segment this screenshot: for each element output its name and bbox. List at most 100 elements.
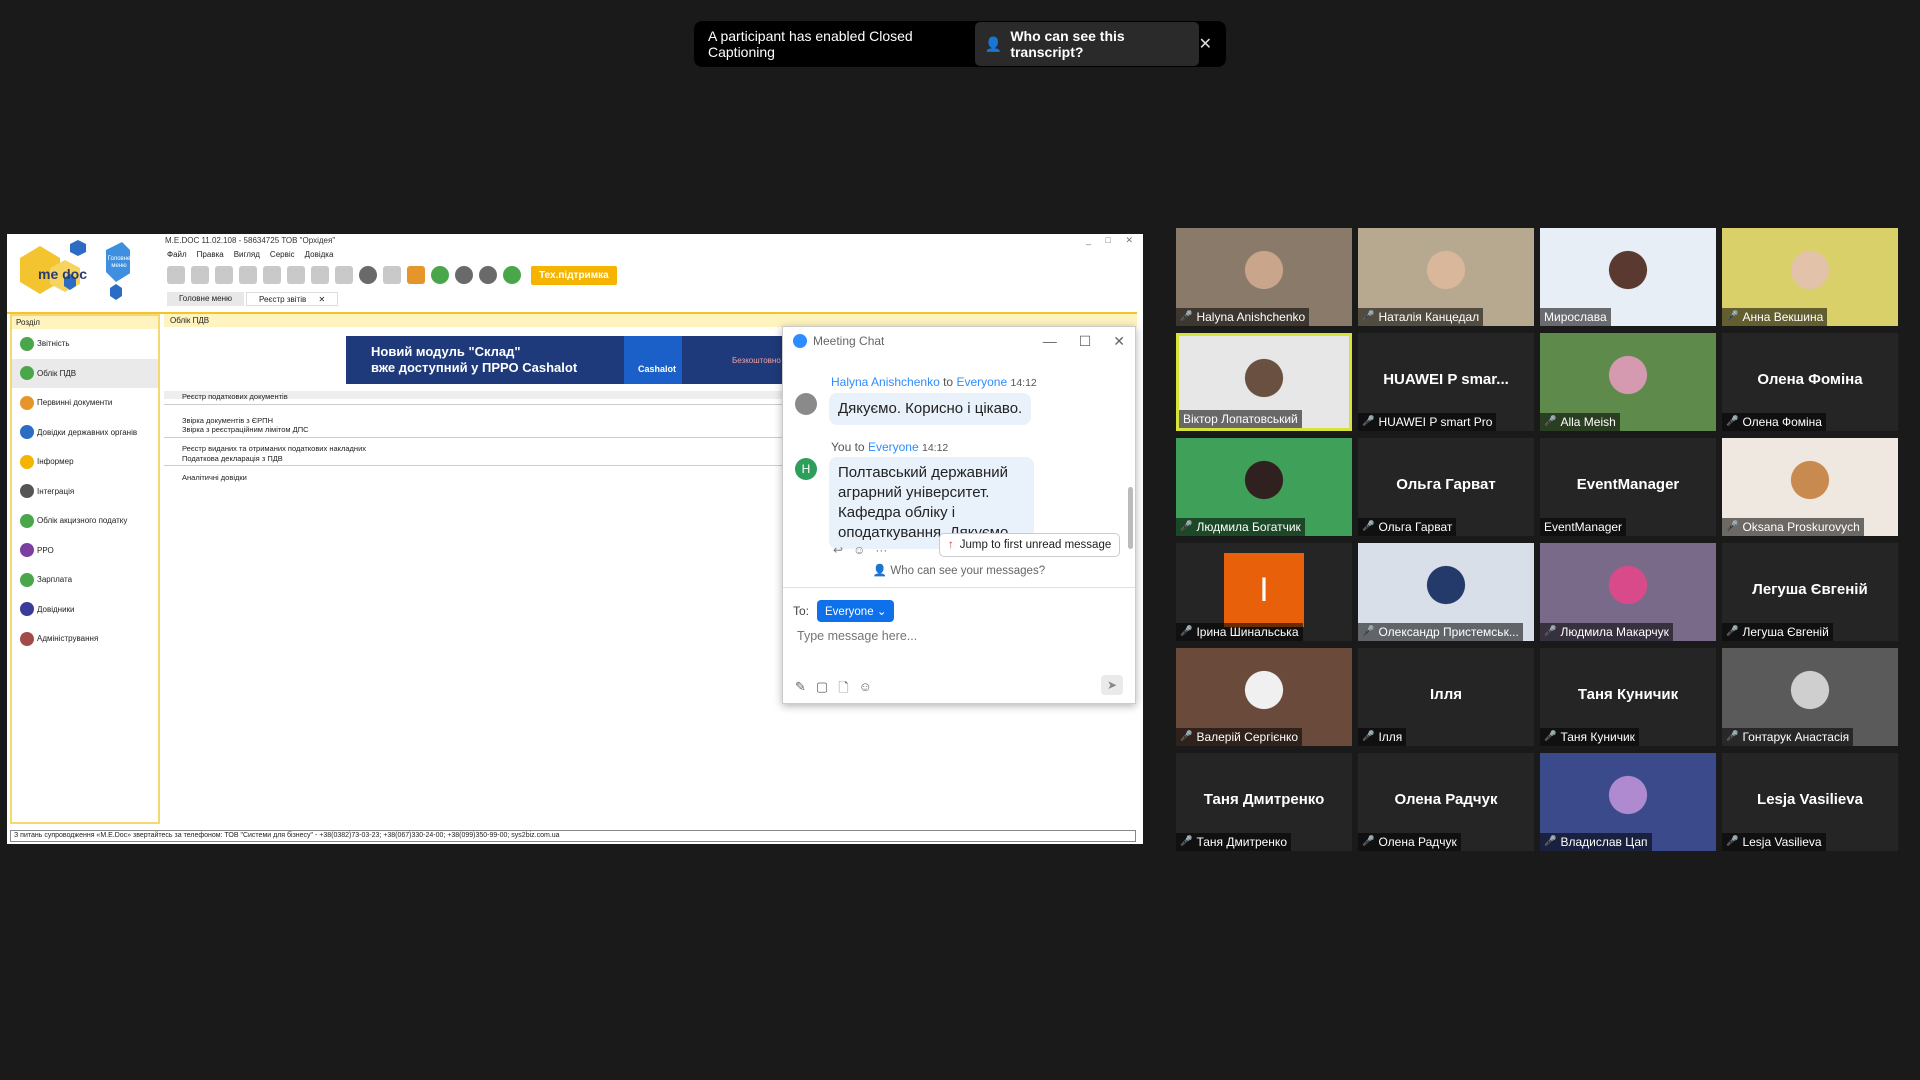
participant-tile[interactable]: Мирослава: [1540, 228, 1716, 326]
participant-tile[interactable]: 🎤 Наталія Канцедал: [1358, 228, 1534, 326]
check-icon[interactable]: [503, 266, 521, 284]
participant-display-name: Таня Куничик: [1577, 686, 1679, 703]
package-icon[interactable]: [407, 266, 425, 284]
participant-tile[interactable]: Таня Дмитренко 🎤 Таня Дмитренко: [1176, 753, 1352, 851]
sidebar-item[interactable]: РРО: [12, 536, 158, 566]
open-icon[interactable]: [191, 266, 209, 284]
participant-name: Людмила Богатчик: [1196, 520, 1301, 534]
chevron-down-icon: ⌄: [876, 606, 887, 618]
search-icon[interactable]: [311, 266, 329, 284]
list-item-erpn-reconciliation[interactable]: Звірка документів з ЄРПН: [182, 416, 273, 425]
delete-icon[interactable]: [215, 266, 233, 284]
participant-tile[interactable]: 🎤 Alla Meish: [1540, 333, 1716, 431]
participant-tile[interactable]: Олена Фоміна 🎤 Олена Фоміна: [1722, 333, 1898, 431]
menu-file[interactable]: Файл: [167, 250, 187, 259]
sidebar-item[interactable]: Інтеграція: [12, 477, 158, 507]
sidebar-item[interactable]: Інформер: [12, 447, 158, 477]
emoji-icon[interactable]: ☺: [859, 679, 872, 701]
participant-tile[interactable]: 🎤 Halyna Anishchenko: [1176, 228, 1352, 326]
file-icon[interactable]: 🗋: [838, 679, 848, 701]
participant-name: Легуша Євгеній: [1742, 625, 1829, 639]
print-icon[interactable]: [383, 266, 401, 284]
send-icon[interactable]: [455, 266, 473, 284]
list-item-tax-docs-register[interactable]: Реєстр податкових документів: [182, 392, 288, 401]
cashalot-ad-banner[interactable]: Новий модуль "Склад" вже доступний у ПРР…: [346, 336, 796, 384]
participant-tile[interactable]: Легуша Євгеній 🎤 Легуша Євгеній: [1722, 543, 1898, 641]
list-item-vat-declaration[interactable]: Податкова декларація з ПДВ: [182, 454, 283, 463]
participant-name-label: 🎤 Halyna Anishchenko: [1176, 308, 1310, 326]
participant-tile[interactable]: 🎤 Гонтарук Анастасія: [1722, 648, 1898, 746]
recipient-dropdown[interactable]: Everyone ⌄: [817, 600, 895, 622]
sidebar-item[interactable]: Облік ПДВ: [12, 358, 158, 388]
zoom-logo-icon: [793, 334, 807, 348]
format-icon[interactable]: ✎: [795, 679, 806, 701]
sidebar-item[interactable]: Довідники: [12, 595, 158, 625]
participant-tile[interactable]: 🎤 Олександр Пристемськ...: [1358, 543, 1534, 641]
participant-tile[interactable]: EventManager EventManager: [1540, 438, 1716, 536]
send-icon[interactable]: ➤: [1101, 675, 1123, 695]
tech-support-button[interactable]: Тех.підтримка: [531, 265, 617, 285]
menu-edit[interactable]: Правка: [197, 250, 224, 259]
new-doc-icon[interactable]: [167, 266, 185, 284]
tab-reports-register[interactable]: Реєстр звітів ✕: [245, 292, 339, 306]
add-icon[interactable]: [287, 266, 305, 284]
reply-icon[interactable]: ↩: [833, 543, 843, 557]
filter-icon[interactable]: [263, 266, 281, 284]
participant-tile[interactable]: Олена Радчук 🎤 Олена Радчук: [1358, 753, 1534, 851]
participant-tile[interactable]: Таня Куничик 🎤 Таня Куничик: [1540, 648, 1716, 746]
receive-icon[interactable]: [479, 266, 497, 284]
menu-service[interactable]: Сервіс: [270, 250, 295, 259]
sidebar-item[interactable]: Адміністрування: [12, 624, 158, 654]
muted-mic-icon: 🎤: [1180, 626, 1193, 637]
sidebar-item[interactable]: Зарплата: [12, 565, 158, 595]
window-controls[interactable]: _ □ ✕: [1086, 235, 1139, 246]
section-icon: [20, 336, 34, 351]
participant-tile[interactable]: 🎤 Владислав Цап: [1540, 753, 1716, 851]
participant-name: Валерій Сергієнко: [1196, 730, 1299, 744]
minimize-icon[interactable]: —: [1043, 333, 1057, 350]
menu-help[interactable]: Довідка: [305, 250, 334, 259]
sidebar-item[interactable]: Звітність: [12, 329, 158, 359]
participant-tile[interactable]: Ілля 🎤 Ілля: [1358, 648, 1534, 746]
participant-tile[interactable]: HUAWEI P smar... 🎤 HUAWEI P smart Pro: [1358, 333, 1534, 431]
participant-tile[interactable]: Віктор Лопатовський: [1176, 333, 1352, 431]
meeting-chat-window: Meeting Chat — ☐ ✕ Halyna Anishchenko to…: [782, 326, 1136, 704]
participant-name: Гонтарук Анастасія: [1742, 730, 1850, 744]
maximize-icon[interactable]: ☐: [1079, 333, 1092, 350]
list-item-limit-reconciliation[interactable]: Звірка з реєстраційним лімітом ДПС: [182, 425, 309, 434]
participant-tile[interactable]: 🎤 Анна Векшина: [1722, 228, 1898, 326]
who-can-see-messages-link[interactable]: 👤 Who can see your messages?: [783, 563, 1135, 577]
sidebar-item[interactable]: Первинні документи: [12, 388, 158, 418]
emoji-reaction-icon[interactable]: ☺: [853, 543, 865, 557]
remove-icon[interactable]: [335, 266, 353, 284]
participant-tile[interactable]: I 🎤 Ірина Шинальська: [1176, 543, 1352, 641]
more-icon[interactable]: ···: [875, 543, 887, 557]
tab-close-icon[interactable]: ✕: [318, 295, 325, 304]
jump-to-unread-button[interactable]: ↑ Jump to first unread message: [939, 533, 1121, 557]
screenshot-icon[interactable]: ▢: [816, 679, 828, 701]
close-icon[interactable]: ✕: [1113, 333, 1125, 350]
participant-tile[interactable]: 🎤 Oksana Proskurovych: [1722, 438, 1898, 536]
participant-tile[interactable]: 🎤 Валерій Сергієнко: [1176, 648, 1352, 746]
who-can-see-transcript-button[interactable]: 👤 Who can see this transcript?: [974, 22, 1199, 66]
banner-line-1: Новий модуль "Склад": [371, 344, 521, 359]
copy-icon[interactable]: [239, 266, 257, 284]
chat-message-input[interactable]: [797, 629, 1117, 643]
list-item-analytical-reports[interactable]: Аналітичні довідки: [182, 473, 247, 482]
close-icon[interactable]: ✕: [1199, 34, 1212, 54]
participant-tile[interactable]: 🎤 Людмила Богатчик: [1176, 438, 1352, 536]
participant-tile[interactable]: Ольга Гарват 🎤 Ольга Гарват: [1358, 438, 1534, 536]
tab-main-menu[interactable]: Головне меню: [167, 292, 244, 306]
archive-icon[interactable]: [359, 266, 377, 284]
participant-tile[interactable]: 🎤 Людмила Макарчук: [1540, 543, 1716, 641]
participant-tile[interactable]: Lesja Vasilieva 🎤 Lesja Vasilieva: [1722, 753, 1898, 851]
sidebar-item[interactable]: Облік акцизного податку: [12, 506, 158, 536]
muted-mic-icon: 🎤: [1544, 731, 1557, 742]
message-1-bubble[interactable]: Дякуємо. Корисно і цікаво.: [829, 393, 1032, 425]
list-item-invoices-register[interactable]: Реєстр виданих та отриманих податкових н…: [182, 444, 366, 453]
sign-icon[interactable]: [431, 266, 449, 284]
menu-view[interactable]: Вигляд: [234, 250, 260, 259]
sidebar-item[interactable]: Довідки державних органів: [12, 418, 158, 448]
message-1-sender[interactable]: Halyna Anishchenko: [831, 375, 940, 389]
scrollbar[interactable]: [1128, 487, 1133, 549]
